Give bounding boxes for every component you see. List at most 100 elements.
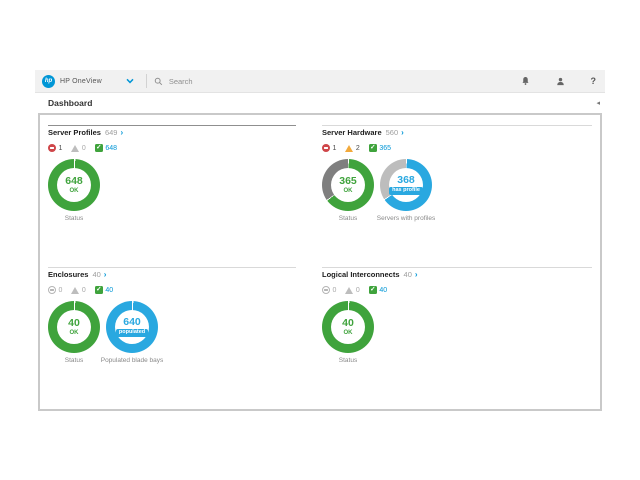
- donut-row: 40OK Status: [322, 301, 592, 364]
- warning-icon: [71, 287, 79, 294]
- user-account-icon[interactable]: [556, 77, 565, 86]
- status-summary: 1 2 ✓365: [322, 143, 592, 153]
- panel-divider: [48, 125, 296, 126]
- ok-icon: ✓: [369, 286, 377, 294]
- page-title: Dashboard: [48, 98, 92, 108]
- chevron-right-icon[interactable]: ›: [401, 129, 404, 137]
- chevron-down-icon[interactable]: [126, 78, 134, 84]
- page-bar: Dashboard ◂: [35, 93, 605, 113]
- donut-label: Status: [322, 357, 374, 364]
- donut-label: Status: [322, 215, 374, 222]
- status-stat[interactable]: 2: [345, 145, 359, 152]
- search-input[interactable]: [167, 76, 371, 87]
- donut-center: 368has profile: [389, 168, 423, 202]
- status-count[interactable]: 2: [356, 145, 360, 152]
- warning-icon: [345, 145, 353, 152]
- notifications-bell-icon[interactable]: [521, 76, 530, 86]
- status-count[interactable]: 0: [82, 287, 86, 294]
- panel-header[interactable]: Logical Interconnects 40 ›: [322, 270, 592, 281]
- donut-chart[interactable]: 40OK: [322, 301, 374, 353]
- critical-icon: [322, 144, 330, 152]
- donut-value: 365: [339, 176, 357, 187]
- status-count[interactable]: 1: [59, 145, 63, 152]
- panel-count: 649: [105, 128, 118, 137]
- panel-count: 40: [404, 270, 412, 279]
- status-stat[interactable]: 0: [71, 287, 85, 294]
- topbar-divider: [146, 74, 147, 88]
- status-count[interactable]: 648: [105, 145, 117, 152]
- status-count[interactable]: 0: [333, 287, 337, 294]
- donut-chart[interactable]: 368has profile: [380, 159, 432, 211]
- status-summary: 0 0 ✓40: [322, 285, 592, 295]
- donut-chart[interactable]: 648OK: [48, 159, 100, 211]
- status-stat[interactable]: 0: [71, 145, 85, 152]
- panel-header[interactable]: Server Hardware 560 ›: [322, 128, 592, 139]
- ok-icon: ✓: [95, 286, 103, 294]
- app-window: hp HP OneView ? Dashboard ◂: [35, 70, 605, 411]
- donut-sublabel: has profile: [389, 187, 423, 196]
- donut-value: 40: [68, 318, 80, 329]
- donut-chart[interactable]: 640populated: [106, 301, 158, 353]
- status-count[interactable]: 0: [82, 145, 86, 152]
- donut-row: 40OKStatus640populatedPopulated blade ba…: [48, 301, 296, 364]
- help-icon[interactable]: ?: [591, 76, 597, 86]
- status-stat[interactable]: ✓648: [95, 144, 117, 152]
- donut-value: 648: [65, 176, 83, 187]
- search-box[interactable]: [154, 76, 521, 87]
- panel-divider: [322, 267, 592, 268]
- status-count[interactable]: 0: [356, 287, 360, 294]
- dashboard-panel: Logical Interconnects 40 › 00✓40 40OKSta…: [322, 267, 592, 409]
- donut-sublabel: OK: [70, 330, 79, 336]
- status-stat[interactable]: 0: [345, 287, 359, 294]
- panel-title[interactable]: Server Profiles: [48, 128, 101, 137]
- donut-sublabel: OK: [344, 330, 353, 336]
- status-stat[interactable]: ✓40: [95, 286, 113, 294]
- donut-sublabel: OK: [344, 188, 353, 194]
- panel-header[interactable]: Enclosures 40 ›: [48, 270, 296, 281]
- status-stat[interactable]: ✓365: [369, 144, 391, 152]
- donut-block: 648OKStatus: [48, 159, 100, 222]
- status-stat[interactable]: 0: [322, 286, 336, 294]
- chevron-right-icon[interactable]: ›: [104, 271, 107, 279]
- status-stat[interactable]: 0: [48, 286, 62, 294]
- donut-chart[interactable]: 365OK: [322, 159, 374, 211]
- panel-header[interactable]: Server Profiles 649 ›: [48, 128, 296, 139]
- status-stat[interactable]: 1: [48, 144, 62, 152]
- status-summary: 0 0 ✓40: [48, 285, 296, 295]
- top-bar: hp HP OneView ?: [35, 70, 605, 93]
- collapse-arrow-icon[interactable]: ◂: [596, 100, 600, 107]
- donut-value: 368: [397, 175, 415, 186]
- status-count[interactable]: 1: [333, 145, 337, 152]
- donut-value: 40: [342, 318, 354, 329]
- panel-count: 560: [386, 128, 399, 137]
- search-icon: [154, 77, 163, 86]
- warning-icon: [345, 287, 353, 294]
- chevron-right-icon[interactable]: ›: [120, 129, 123, 137]
- dashboard-grid: Server Profiles 649 › 10✓648 648OKStatus…: [38, 113, 602, 411]
- critical-icon: [48, 286, 56, 294]
- chevron-right-icon[interactable]: ›: [415, 271, 418, 279]
- app-name: HP OneView: [60, 78, 102, 85]
- donut-sublabel: populated: [116, 329, 148, 338]
- ok-icon: ✓: [369, 144, 377, 152]
- donut-chart[interactable]: 40OK: [48, 301, 100, 353]
- app-menu[interactable]: hp HP OneView: [35, 75, 134, 88]
- status-count[interactable]: 0: [59, 287, 63, 294]
- status-count[interactable]: 40: [105, 287, 113, 294]
- donut-block: 40OK Status: [322, 301, 374, 364]
- status-count[interactable]: 365: [379, 145, 391, 152]
- donut-row: 648OKStatus: [48, 159, 296, 222]
- panel-title[interactable]: Server Hardware: [322, 128, 382, 137]
- donut-label: Populated blade bays: [106, 357, 158, 364]
- critical-icon: [322, 286, 330, 294]
- dashboard-panel: Server Hardware 560 › 12✓365 365OKStatus…: [322, 125, 592, 267]
- warning-icon: [71, 145, 79, 152]
- status-stat[interactable]: 1: [322, 144, 336, 152]
- panel-title[interactable]: Enclosures: [48, 270, 88, 279]
- status-stat[interactable]: ✓40: [369, 286, 387, 294]
- status-count[interactable]: 40: [379, 287, 387, 294]
- panel-divider: [322, 125, 592, 126]
- hp-logo-icon: hp: [42, 75, 55, 88]
- panel-title[interactable]: Logical Interconnects: [322, 270, 400, 279]
- dashboard-panel: Server Profiles 649 › 1 0 ✓648 648OKStatus: [48, 125, 322, 267]
